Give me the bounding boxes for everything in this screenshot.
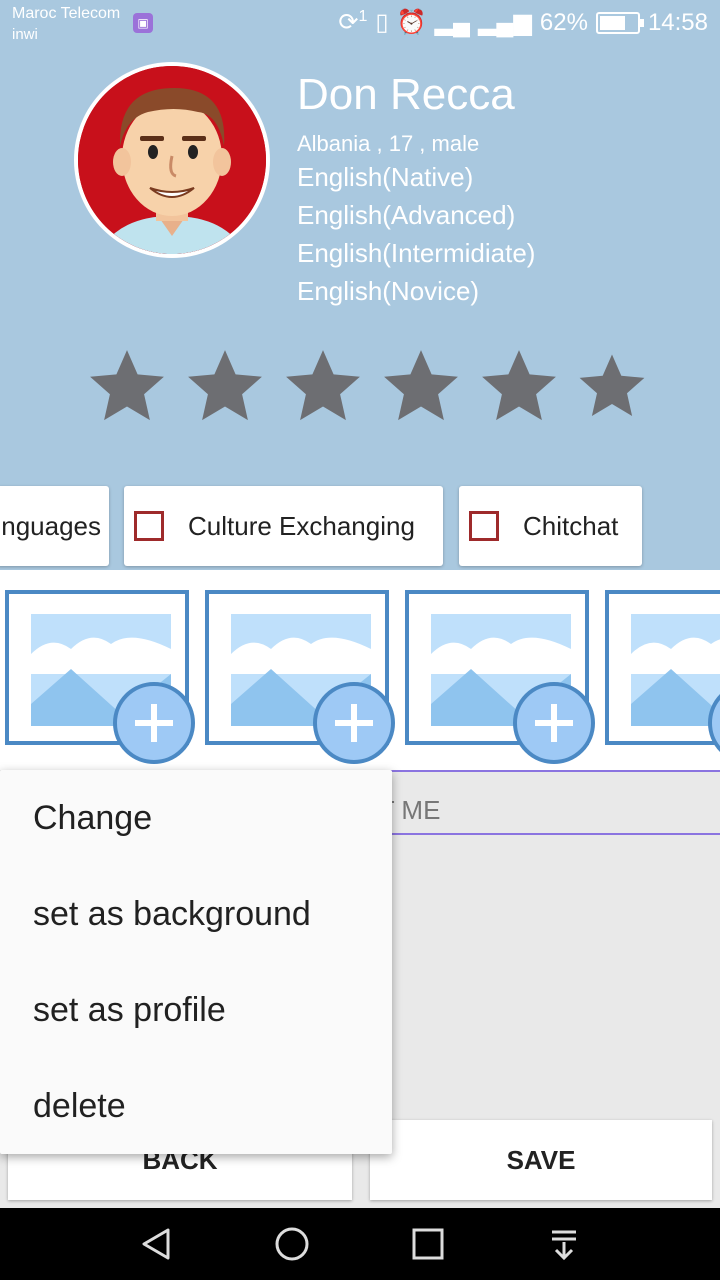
menu-item-change[interactable]: Change [0, 770, 392, 866]
carrier-primary: Maroc Telecom [12, 5, 121, 22]
checkbox[interactable] [134, 511, 164, 541]
recents-nav-icon[interactable] [410, 1226, 446, 1262]
interest-chips: nguages Culture Exchanging Chitchat [0, 486, 720, 566]
chip-languages[interactable]: nguages [0, 486, 109, 566]
divider [360, 770, 720, 772]
photo-gallery [0, 570, 720, 770]
menu-item-delete[interactable]: delete [0, 1058, 392, 1154]
menu-item-set-profile[interactable]: set as profile [0, 962, 392, 1058]
profile-name: Don Recca [297, 70, 515, 119]
carrier-secondary: inwi [12, 26, 38, 43]
profile-avatar[interactable] [74, 62, 270, 258]
save-button[interactable]: SAVE [370, 1120, 712, 1200]
status-icons: ⟳1 ▯ ⏰ ▂▄ ▂▄▆ 62% 14:58 [338, 8, 708, 37]
sim-badge: 1 [358, 8, 368, 25]
system-navigation-bar [0, 1208, 720, 1280]
chip-chitchat[interactable]: Chitchat [459, 486, 642, 566]
add-photo-icon[interactable] [513, 682, 595, 764]
status-bar: Maroc Telecom inwi ▣ ⟳1 ▯ ⏰ ▂▄ ▂▄▆ 62% 1… [0, 0, 720, 48]
language-native: English(Native) [297, 162, 474, 192]
chip-label: Chitchat [523, 510, 619, 541]
menu-item-set-background[interactable]: set as background [0, 866, 392, 962]
checkbox[interactable] [469, 511, 499, 541]
chip-culture-exchanging[interactable]: Culture Exchanging [124, 486, 443, 566]
language-intermediate: English(Intermidiate) [297, 238, 536, 268]
image-placeholder-icon [631, 614, 720, 726]
star-icon[interactable] [86, 345, 168, 427]
chip-label: nguages [1, 510, 101, 541]
photo-context-menu: Change set as background set as profile … [0, 770, 392, 1154]
star-icon[interactable] [184, 345, 266, 427]
profile-info: Albania , 17 , male English(Native) Engl… [297, 130, 535, 310]
home-nav-icon[interactable] [274, 1226, 310, 1262]
rating-stars[interactable] [86, 345, 648, 427]
signal-icon: ▂▄▆ [477, 9, 532, 36]
battery-icon [595, 11, 644, 34]
vibrate-icon: ▯ [375, 9, 389, 36]
alarm-icon: ⏰ [396, 9, 427, 36]
signal-h-plus-icon: ▂▄ [434, 9, 470, 36]
cartoon-face-icon [78, 66, 266, 254]
sync-icon: ⟳1 [338, 8, 368, 36]
star-icon[interactable] [478, 345, 560, 427]
battery-percent: 62% [539, 8, 588, 36]
photo-slot[interactable] [605, 590, 720, 745]
image-notification-icon: ▣ [133, 13, 153, 33]
star-icon[interactable] [576, 345, 648, 427]
back-nav-icon[interactable] [138, 1226, 174, 1262]
add-photo-icon[interactable] [113, 682, 195, 764]
chip-label: Culture Exchanging [188, 510, 415, 541]
clock: 14:58 [647, 8, 708, 36]
notifications-pull-icon[interactable] [546, 1226, 582, 1262]
language-advanced: English(Advanced) [297, 200, 516, 230]
add-photo-icon[interactable] [313, 682, 395, 764]
language-novice: English(Novice) [297, 276, 480, 306]
profile-meta: Albania , 17 , male [297, 131, 480, 156]
avatar-image [78, 66, 266, 254]
star-icon[interactable] [282, 345, 364, 427]
about-me-underline [360, 833, 720, 835]
star-icon[interactable] [380, 345, 462, 427]
